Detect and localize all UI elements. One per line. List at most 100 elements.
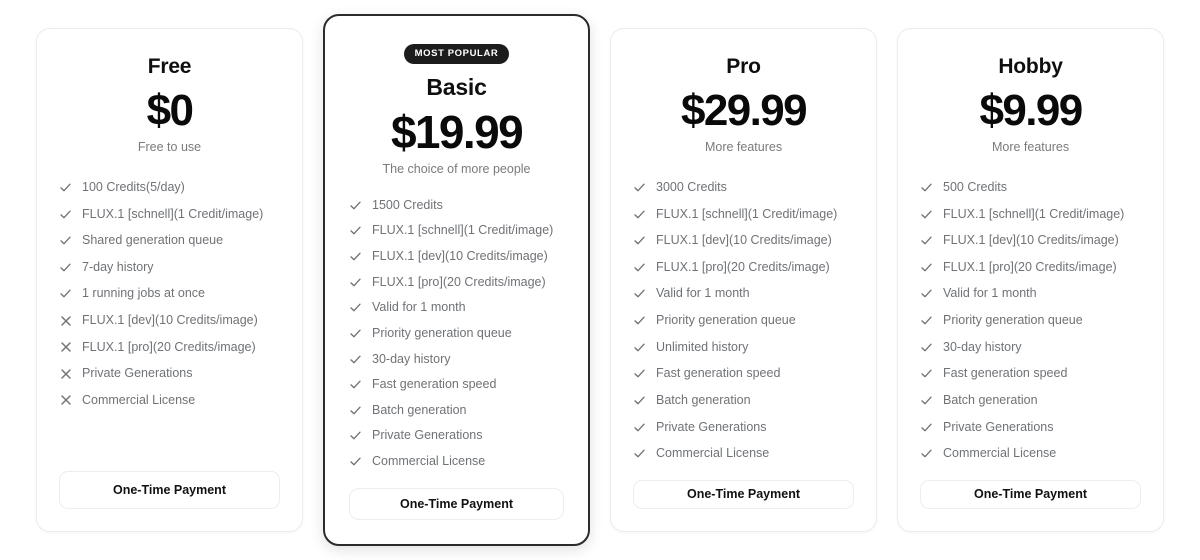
feature-label: Batch generation [372, 402, 467, 417]
cross-icon [59, 340, 72, 355]
check-icon [633, 260, 646, 275]
feature-label: 1 running jobs at once [82, 286, 206, 301]
check-icon [59, 286, 72, 301]
feature-item: 7-day history [59, 260, 280, 276]
feature-label: Valid for 1 month [943, 286, 1037, 301]
feature-label: Private Generations [82, 366, 193, 381]
check-icon [633, 366, 646, 381]
check-icon [920, 260, 933, 275]
feature-list: 500 Credits FLUX.1 [schnell](1 Credit/ima… [920, 180, 1141, 462]
one-time-payment-button[interactable]: One-Time Payment [920, 479, 1142, 509]
check-icon [349, 377, 362, 392]
feature-label: Shared generation queue [82, 233, 224, 248]
feature-list: 1500 Credits FLUX.1 [schnell](1 Credit/im… [349, 198, 564, 470]
feature-label: FLUX.1 [schnell](1 Credit/image) [943, 206, 1125, 221]
check-icon [349, 275, 362, 290]
check-icon [349, 198, 362, 213]
feature-item: FLUX.1 [dev](10 Credits/image) [349, 249, 564, 265]
check-icon [349, 249, 362, 264]
check-icon [633, 286, 646, 301]
feature-label: Private Generations [943, 419, 1054, 434]
feature-label: Priority generation queue [943, 313, 1083, 328]
feature-label: 30-day history [372, 351, 451, 366]
check-icon [59, 233, 72, 248]
feature-item: Fast generation speed [349, 377, 564, 393]
feature-item: Commercial License [349, 454, 564, 470]
feature-label: 30-day history [943, 339, 1022, 354]
feature-label: FLUX.1 [schnell](1 Credit/image) [656, 206, 838, 221]
feature-label: Private Generations [656, 419, 767, 434]
check-icon [633, 180, 646, 195]
feature-label: FLUX.1 [schnell](1 Credit/image) [372, 223, 554, 238]
check-icon [920, 313, 933, 328]
check-icon [633, 420, 646, 435]
feature-item: Batch generation [920, 393, 1141, 409]
check-icon [349, 428, 362, 443]
check-icon [920, 420, 933, 435]
feature-label: FLUX.1 [dev](10 Credits/image) [943, 233, 1119, 248]
feature-item: Valid for 1 month [349, 300, 564, 316]
check-icon [633, 233, 646, 248]
feature-item: 30-day history [920, 340, 1141, 356]
feature-list: 100 Credits(5/day) FLUX.1 [schnell](1 Cre… [59, 180, 280, 453]
feature-label: 500 Credits [943, 179, 1007, 194]
feature-item: FLUX.1 [schnell](1 Credit/image) [920, 207, 1141, 223]
feature-label: Commercial License [656, 446, 770, 461]
feature-item: Private Generations [59, 366, 280, 382]
feature-item: Commercial License [920, 446, 1141, 462]
one-time-payment-button[interactable]: One-Time Payment [59, 471, 280, 509]
feature-item: FLUX.1 [schnell](1 Credit/image) [633, 207, 854, 223]
feature-item: Batch generation [633, 393, 854, 409]
one-time-payment-button[interactable]: One-Time Payment [633, 479, 855, 509]
feature-label: FLUX.1 [dev](10 Credits/image) [82, 313, 258, 328]
plan-price: $29.99 [681, 86, 808, 135]
plan-tagline: More features [991, 139, 1070, 154]
one-time-payment-button[interactable]: One-Time Payment [349, 487, 565, 520]
feature-label: Fast generation speed [372, 377, 497, 392]
plan-card-pro: Pro $29.99 More features 3000 Credits FLUX.1… [610, 28, 878, 532]
check-icon [349, 326, 362, 341]
feature-item: Unlimited history [633, 340, 854, 356]
feature-label: FLUX.1 [dev](10 Credits/image) [656, 233, 832, 248]
check-icon [633, 446, 646, 461]
check-icon [349, 454, 362, 469]
feature-label: 100 Credits(5/day) [82, 179, 185, 194]
feature-item: FLUX.1 [pro](20 Credits/image) [59, 340, 280, 356]
check-icon [633, 340, 646, 355]
plan-name: Hobby [998, 55, 1063, 78]
plan-price: $0 [146, 86, 194, 135]
feature-label: Commercial License [372, 454, 486, 469]
feature-item: Commercial License [633, 446, 854, 462]
feature-item: Private Generations [633, 420, 854, 436]
feature-item: 3000 Credits [633, 180, 854, 196]
feature-label: 7-day history [82, 259, 154, 274]
plan-tagline: More features [704, 139, 783, 154]
check-icon [349, 300, 362, 315]
plan-tagline: Free to use [137, 139, 202, 154]
feature-label: FLUX.1 [pro](20 Credits/image) [656, 259, 830, 274]
plan-card-basic: MOST POPULAR Basic $19.99 The choice of mor… [323, 14, 591, 546]
plan-name: Free [147, 55, 192, 78]
feature-item: 1500 Credits [349, 198, 564, 214]
feature-label: FLUX.1 [pro](20 Credits/image) [82, 339, 256, 354]
pricing-plans-grid: Free $0 Free to use 100 Credits(5/day) FLUX.… [0, 0, 1200, 560]
cross-icon [59, 366, 72, 381]
feature-label: Batch generation [943, 392, 1038, 407]
check-icon [349, 352, 362, 367]
feature-item: Priority generation queue [349, 326, 564, 342]
plan-price: $9.99 [979, 86, 1083, 135]
feature-label: Priority generation queue [656, 313, 796, 328]
feature-label: Private Generations [372, 428, 483, 443]
plan-name: Pro [726, 55, 761, 78]
feature-label: 3000 Credits [656, 179, 727, 194]
feature-item: FLUX.1 [dev](10 Credits/image) [633, 233, 854, 249]
feature-item: FLUX.1 [dev](10 Credits/image) [59, 313, 280, 329]
check-icon [920, 366, 933, 381]
feature-item: 500 Credits [920, 180, 1141, 196]
feature-label: Commercial License [82, 392, 196, 407]
most-popular-badge: MOST POPULAR [403, 44, 510, 64]
check-icon [920, 286, 933, 301]
badge-row: MOST POPULAR [349, 44, 564, 64]
check-icon [59, 207, 72, 222]
feature-item: FLUX.1 [schnell](1 Credit/image) [59, 207, 280, 223]
